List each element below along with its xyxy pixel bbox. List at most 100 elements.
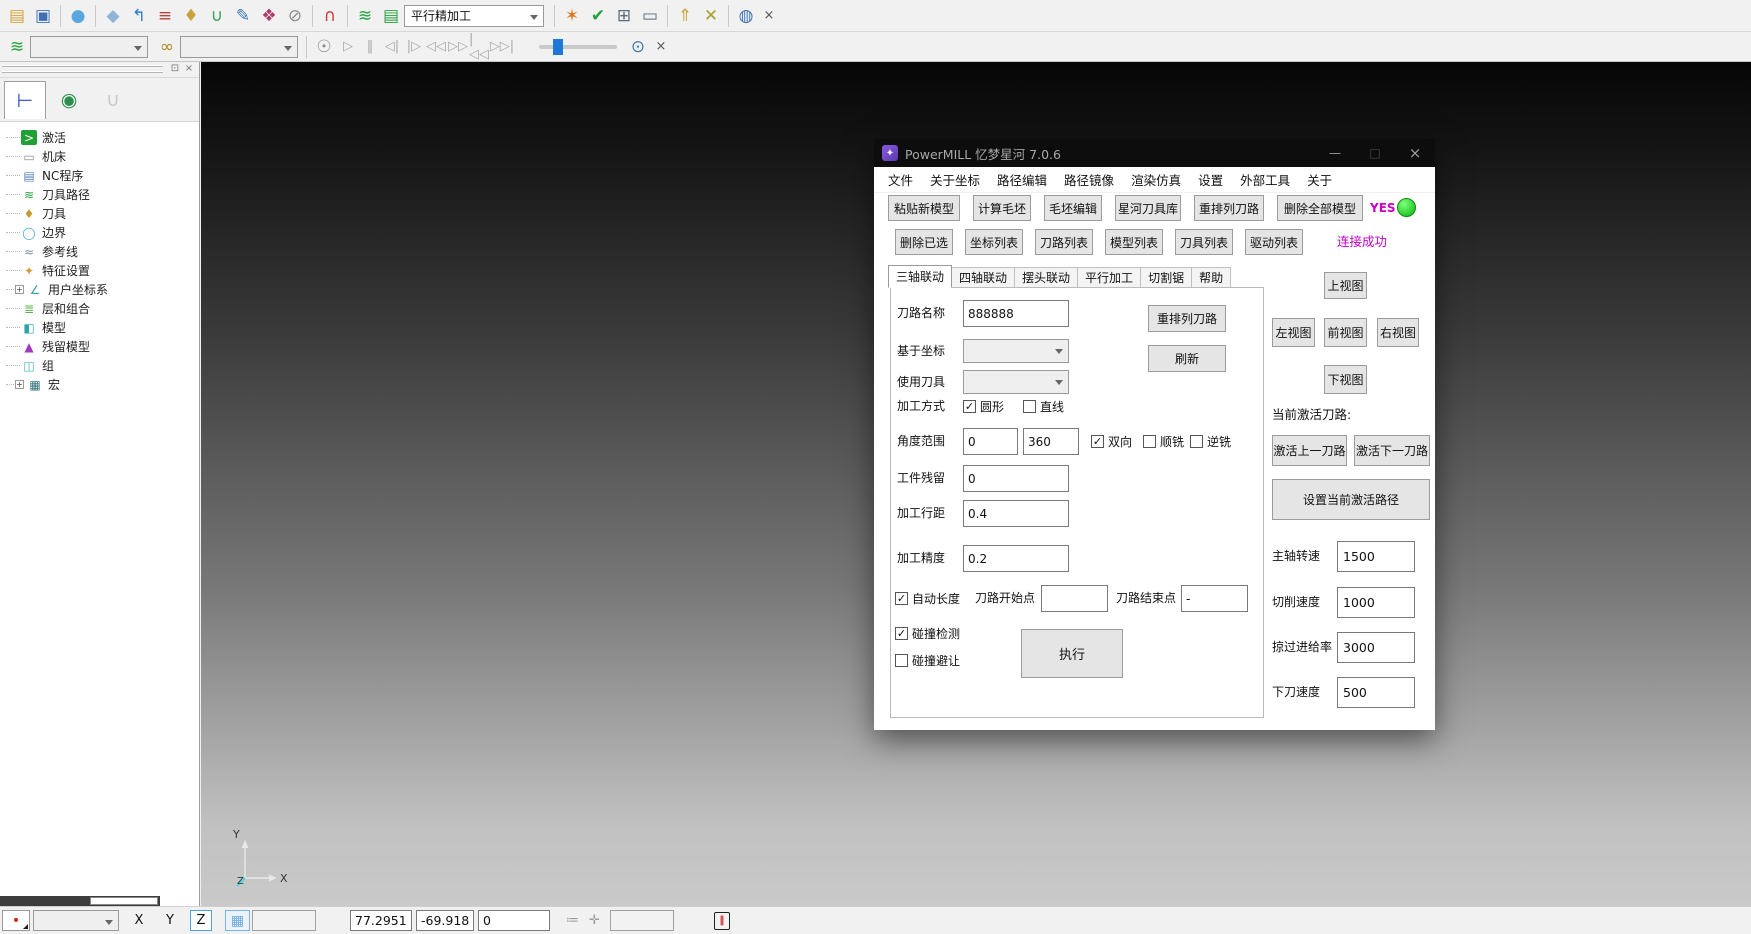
menu-coords[interactable]: 关于坐标 — [930, 170, 980, 189]
drive-list-button[interactable]: 驱动列表 — [1245, 229, 1303, 255]
tree-item-toolpaths[interactable]: ≋刀具路径 — [6, 185, 199, 204]
go-end-icon[interactable]: ▷▷| — [491, 35, 513, 59]
pattern-pencil-icon[interactable]: ✎ — [230, 4, 256, 28]
go-start-icon[interactable]: |◁◁ — [469, 35, 491, 59]
tab-3axis[interactable]: 三轴联动 — [888, 265, 952, 288]
tool-list-button[interactable]: 刀具列表 — [1175, 229, 1233, 255]
toolbar-close-icon[interactable]: × — [759, 8, 779, 23]
tree-item-workplanes[interactable]: +∠用户坐标系 — [6, 280, 199, 299]
stock-remain-input[interactable] — [963, 465, 1069, 492]
cutting-speed-input[interactable] — [1337, 587, 1415, 618]
coord-x-value[interactable] — [350, 910, 412, 931]
pause-icon[interactable]: ‖ — [359, 35, 381, 59]
tree-item-groups[interactable]: ◫组 — [6, 356, 199, 375]
fast-forward-icon[interactable]: ▷▷ — [447, 35, 469, 59]
tree-item-machine[interactable]: ▭机床 — [6, 147, 199, 166]
refresh-button[interactable]: 刷新 — [1148, 345, 1226, 372]
float-panel-icon[interactable]: ⊡ — [169, 63, 181, 74]
angle-to-input[interactable] — [1023, 428, 1079, 455]
view-right-button[interactable]: 右视图 — [1377, 318, 1419, 347]
circle-checkbox[interactable]: 圆形 — [963, 399, 1004, 414]
tree-item-nc-programs[interactable]: ▤NC程序 — [6, 166, 199, 185]
tree-item-stock-models[interactable]: ▲残留模型 — [6, 337, 199, 356]
bulb-icon[interactable]: ☉ — [311, 35, 337, 59]
close-button[interactable]: × — [1395, 139, 1435, 167]
tree-item-patterns[interactable]: ≈参考线 — [6, 242, 199, 261]
toolpath-combobox[interactable] — [30, 36, 148, 58]
view-combobox[interactable] — [33, 910, 119, 931]
coord-y-value[interactable] — [416, 910, 474, 931]
calculator-icon[interactable]: ⊞ — [611, 4, 637, 28]
expand-icon[interactable]: + — [15, 380, 24, 389]
tool-combobox[interactable] — [180, 36, 298, 58]
binoculars-icon[interactable]: ∞ — [154, 35, 180, 59]
open-file-icon[interactable]: ▤ — [4, 4, 30, 28]
paste-new-model-button[interactable]: 粘贴新模型 — [888, 195, 960, 221]
coord-list-button[interactable]: 坐标列表 — [965, 229, 1023, 255]
strategy-list-icon[interactable]: ▤ — [378, 4, 404, 28]
auto-length-checkbox[interactable]: 自动长度 — [895, 591, 960, 606]
dialog-titlebar[interactable]: ✦ PowerMILL 忆梦星河 7.0.6 — □ × — [874, 139, 1435, 167]
tab-globe[interactable]: ◉ — [48, 81, 90, 119]
cylinders-icon[interactable]: ◍ — [733, 4, 759, 28]
menu-path-mirror[interactable]: 路径镜像 — [1064, 170, 1114, 189]
save-icon[interactable]: ▣ — [30, 4, 56, 28]
tolerance-input[interactable] — [963, 545, 1069, 572]
skim-feed-input[interactable] — [1337, 632, 1415, 663]
angle-from-input[interactable] — [963, 428, 1018, 455]
grip-handle[interactable] — [2, 65, 163, 67]
tree-item-feature-sets[interactable]: ✦特征设置 — [6, 261, 199, 280]
tree-item-models[interactable]: ◧模型 — [6, 318, 199, 337]
axis-z-button[interactable]: Z — [190, 910, 212, 931]
collision-avoid-checkbox[interactable]: 碰撞避让 — [895, 653, 960, 668]
aux-field[interactable] — [610, 910, 674, 931]
tool-ball-icon[interactable]: ♦ — [178, 4, 204, 28]
spindle-speed-input[interactable] — [1337, 541, 1415, 572]
play-icon[interactable]: ▷ — [337, 35, 359, 59]
activate-next-button[interactable]: 激活下一刀路 — [1354, 435, 1430, 466]
menu-about[interactable]: 关于 — [1307, 170, 1332, 189]
set-active-path-button[interactable]: 设置当前激活路径 — [1272, 479, 1430, 520]
toolbar-close-icon[interactable]: × — [651, 39, 671, 54]
cross-arrows-icon[interactable]: ✕ — [698, 4, 724, 28]
nc-program-edit-icon[interactable]: ≡ — [152, 4, 178, 28]
view-left-button[interactable]: 左视图 — [1272, 318, 1315, 347]
tree-item-activate[interactable]: >激活 — [6, 128, 199, 147]
menu-path-edit[interactable]: 路径编辑 — [997, 170, 1047, 189]
menu-file[interactable]: 文件 — [888, 170, 913, 189]
tool-ok-icon[interactable]: ✔ — [585, 4, 611, 28]
stepover-input[interactable] — [963, 500, 1069, 527]
slider-handle[interactable] — [553, 39, 563, 55]
rewind-icon[interactable]: ◁◁ — [425, 35, 447, 59]
tab-parallel[interactable]: 平行加工 — [1078, 267, 1141, 288]
tab-explorer[interactable]: ⊢ — [4, 81, 46, 119]
calc-block-button[interactable]: 计算毛坯 — [973, 195, 1031, 221]
view-bottom-button[interactable]: 下视图 — [1324, 365, 1367, 394]
tool-library-button[interactable]: 星河刀具库 — [1115, 195, 1181, 221]
expand-icon[interactable]: + — [15, 285, 24, 294]
end-point-input[interactable] — [1181, 585, 1248, 612]
strategy-combobox[interactable]: 平行精加工 — [404, 5, 544, 27]
collision-check-icon[interactable]: ∩ — [317, 4, 343, 28]
line-checkbox[interactable]: 直线 — [1023, 399, 1064, 414]
menu-render-sim[interactable]: 渲染仿真 — [1131, 170, 1181, 189]
grip-handle[interactable] — [2, 71, 163, 73]
collision-detect-checkbox[interactable]: 碰撞检测 — [895, 626, 960, 641]
speed-slider[interactable] — [539, 45, 617, 49]
axis-x-button[interactable]: X — [128, 910, 150, 931]
use-tool-combobox[interactable] — [963, 370, 1069, 394]
delete-all-models-button[interactable]: 删除全部模型 — [1277, 195, 1363, 221]
axis-y-button[interactable]: Y — [159, 910, 181, 931]
tool-flash-icon[interactable]: ✶ — [559, 4, 585, 28]
delete-selected-button[interactable]: 删除已选 — [895, 229, 953, 255]
jog-move-icon[interactable]: ✛ — [589, 913, 600, 928]
step-forward-icon[interactable]: |▷ — [403, 35, 425, 59]
reorder-button[interactable]: 重排列刀路 — [1148, 305, 1226, 332]
toolpath-name-input[interactable] — [963, 300, 1069, 327]
tree-item-boundaries[interactable]: ◯边界 — [6, 223, 199, 242]
block-icon[interactable]: ◆ — [100, 4, 126, 28]
view-front-button[interactable]: 前视图 — [1324, 318, 1367, 347]
panel-header[interactable]: ⊡ × — [0, 62, 199, 78]
tab-4axis[interactable]: 四轴联动 — [952, 267, 1015, 288]
maximize-button[interactable]: □ — [1355, 139, 1395, 167]
